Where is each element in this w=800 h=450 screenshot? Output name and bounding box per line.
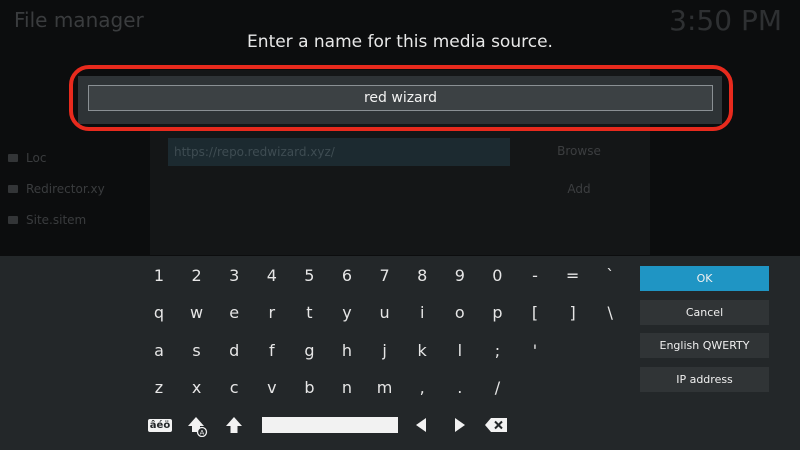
caps-lock-icon: A [188,417,208,437]
key[interactable]: [ [518,298,552,326]
key[interactable]: ' [518,336,552,364]
space-key[interactable] [262,417,398,433]
ok-button[interactable]: OK [640,266,769,291]
key[interactable]: s [180,336,214,364]
key[interactable]: ` [593,261,627,289]
key[interactable]: d [217,336,251,364]
key[interactable]: 9 [443,261,477,289]
key[interactable]: a [142,336,176,364]
key[interactable]: , [405,373,439,401]
key[interactable]: 1 [142,261,176,289]
shift-icon [226,417,242,433]
key[interactable]: w [180,298,214,326]
key[interactable]: k [405,336,439,364]
key[interactable]: y [330,298,364,326]
ip-address-button[interactable]: IP address [640,367,769,392]
accents-label: âéö [147,418,173,432]
layout-button[interactable]: English QWERTY [640,333,769,358]
list-item: Loc [8,142,105,173]
key[interactable]: 0 [480,261,514,289]
key[interactable]: . [443,373,477,401]
cursor-right-key[interactable] [449,414,471,436]
key[interactable]: l [443,336,477,364]
source-list: Loc Redirector.xy Site.sitem [8,142,105,235]
key[interactable]: q [142,298,176,326]
key[interactable]: = [556,261,590,289]
arrow-left-icon [416,418,426,432]
list-item: Redirector.xy [8,173,105,204]
key[interactable]: m [368,373,402,401]
key[interactable]: n [330,373,364,401]
key[interactable]: 3 [217,261,251,289]
window-title: File manager [14,8,144,32]
key[interactable]: 4 [255,261,289,289]
key[interactable]: \ [593,298,627,326]
backspace-key[interactable] [482,414,510,436]
key[interactable]: x [180,373,214,401]
key[interactable]: c [217,373,251,401]
folder-icon [8,184,18,193]
browse-button: Browse [557,144,601,158]
accents-key[interactable]: âéö [146,415,174,435]
key[interactable]: j [368,336,402,364]
key[interactable]: t [292,298,326,326]
cancel-button[interactable]: Cancel [640,300,769,325]
key[interactable]: ] [556,298,590,326]
key[interactable]: 6 [330,261,364,289]
key[interactable]: i [405,298,439,326]
key[interactable]: 8 [405,261,439,289]
shift-key[interactable] [222,414,246,436]
key[interactable]: z [142,373,176,401]
key[interactable]: o [443,298,477,326]
key[interactable]: 5 [292,261,326,289]
add-button: Add [567,182,591,196]
key[interactable]: h [330,336,364,364]
arrow-right-icon [455,418,465,432]
highlight-outline [69,65,733,131]
key[interactable]: v [255,373,289,401]
folder-icon [8,153,18,162]
key[interactable]: 2 [180,261,214,289]
list-item: Site.sitem [8,204,105,235]
folder-icon [8,215,18,224]
source-url-field: https://repo.redwizard.xyz/ [168,138,510,166]
key[interactable]: f [255,336,289,364]
cursor-left-key[interactable] [410,414,432,436]
key[interactable]: r [255,298,289,326]
dialog-prompt: Enter a name for this media source. [247,32,553,52]
key[interactable]: p [480,298,514,326]
key[interactable]: 7 [368,261,402,289]
key[interactable]: / [480,373,514,401]
key[interactable]: ; [480,336,514,364]
caps-lock-key[interactable]: A [184,414,210,438]
key[interactable]: g [292,336,326,364]
key[interactable]: - [518,261,552,289]
backspace-icon [485,418,507,432]
key[interactable]: u [368,298,402,326]
svg-text:A: A [200,429,205,437]
key[interactable]: b [292,373,326,401]
key[interactable]: e [217,298,251,326]
